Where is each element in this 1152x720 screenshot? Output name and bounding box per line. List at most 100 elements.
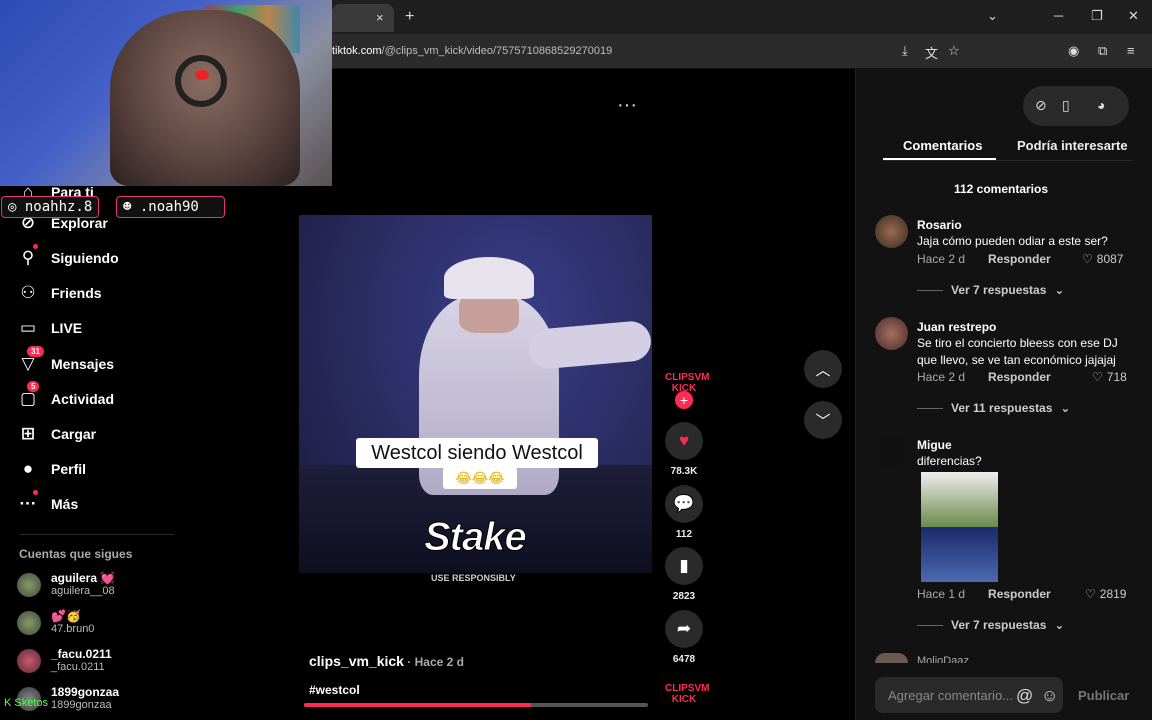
following-account[interactable]: aguilera 💓 aguilera__08 xyxy=(17,572,115,598)
share-button[interactable]: ➦ xyxy=(665,610,703,648)
live-tv-icon: ▭ xyxy=(19,318,37,337)
sidebar-item-mensajes[interactable]: ▽ 31 Mensajes xyxy=(19,346,114,376)
reply-button[interactable]: Responder xyxy=(988,370,1051,384)
sidebar-item-friends[interactable]: ⚇ Friends xyxy=(19,281,102,305)
sidebar-item-actividad[interactable]: ▢ 5 Actividad xyxy=(19,381,114,411)
tab-close-icon[interactable]: × xyxy=(376,10,384,25)
tab-comments[interactable]: Comentarios xyxy=(903,138,982,153)
video-caption: Westcol siendo Westcol xyxy=(356,438,598,468)
activity-badge: 5 xyxy=(27,381,40,392)
follow-plus-icon[interactable]: + xyxy=(675,391,693,409)
reply-button[interactable]: Responder xyxy=(988,252,1051,266)
sidebar-item-label: Friends xyxy=(51,285,102,301)
new-tab-button[interactable]: + xyxy=(405,8,414,26)
view-replies-button[interactable]: Ver 7 respuestas ⌄ xyxy=(917,283,1064,297)
comment-text: diferencias? xyxy=(917,454,982,468)
sidebar-item-perfil[interactable]: ● Perfil xyxy=(19,457,86,481)
dj-face xyxy=(459,293,519,333)
comment-like[interactable]: ♡ 8087 xyxy=(1082,252,1132,266)
kick-handle: .noah90 xyxy=(139,199,199,215)
minimize-icon[interactable]: ─ xyxy=(1054,8,1063,23)
bookmark-star-icon[interactable]: ☆ xyxy=(948,43,960,59)
comment-bubble-icon: 💬 xyxy=(673,494,695,513)
browser-menu-icon[interactable]: ≡ xyxy=(1127,43,1135,58)
avatar[interactable] xyxy=(875,653,908,663)
sidebar-item-mas[interactable]: ··· Más xyxy=(19,490,78,516)
avatar[interactable] xyxy=(875,317,908,350)
autoscroll-icon[interactable]: ⊘ xyxy=(1035,97,1047,114)
following-user-icon: ⚲ xyxy=(19,244,38,268)
chevron-down-icon: ⌄ xyxy=(1060,401,1071,415)
url-field[interactable]: tiktok.com/@clips_vm_kick/video/75757108… xyxy=(332,45,612,57)
following-account[interactable]: _facu.0211 _facu.0211 xyxy=(17,648,112,674)
close-window-icon[interactable]: ✕ xyxy=(1128,8,1139,24)
restore-icon[interactable]: ❐ xyxy=(1091,8,1103,24)
comment-text: Se tiro el concierto bleess con ese DJ q… xyxy=(917,336,1118,367)
view-replies-label: Ver 7 respuestas xyxy=(951,283,1047,297)
comment-username[interactable]: Migue xyxy=(917,438,952,452)
video-caption-emoji: 😂😂😂 xyxy=(443,467,517,489)
comment-username[interactable]: Juan restrepo xyxy=(917,320,996,334)
avatar[interactable] xyxy=(875,435,908,468)
comment-button[interactable]: 💬 xyxy=(665,485,703,523)
comment-like-count: 2819 xyxy=(1099,587,1127,601)
sidebar-item-label: Siguiendo xyxy=(51,250,119,266)
hashtag-link[interactable]: #westcol xyxy=(309,683,360,697)
sidebar-divider xyxy=(19,534,174,535)
chevron-down-icon: ⌄ xyxy=(1054,618,1065,632)
sidebar-item-cargar[interactable]: ⊞ Cargar xyxy=(19,422,96,446)
comment-image[interactable] xyxy=(921,527,998,582)
comment-like[interactable]: ♡ 2819 xyxy=(1085,587,1135,601)
view-replies-button[interactable]: Ver 7 respuestas ⌄ xyxy=(917,618,1064,632)
previous-video-button[interactable]: ︿ xyxy=(804,350,842,388)
comment-image[interactable] xyxy=(921,472,998,527)
kick-bottom-handle: Sketos xyxy=(14,697,49,709)
more-options-icon[interactable]: ··· xyxy=(617,94,637,117)
following-account[interactable]: 💕🥳 47.brun0 xyxy=(17,610,94,636)
comment-like[interactable]: ♡ 718 xyxy=(1092,370,1142,384)
sidebar-item-live[interactable]: ▭ LIVE xyxy=(19,316,82,340)
tabs-divider xyxy=(883,160,1133,161)
user-avatar-icon[interactable]: ◕ xyxy=(1097,97,1105,113)
mobile-icon[interactable]: ▯ xyxy=(1062,97,1070,114)
profile-icon[interactable]: ◉ xyxy=(1068,43,1079,59)
comment-like-count: 718 xyxy=(1106,370,1127,384)
video-progress-fill xyxy=(304,703,532,707)
instagram-handle-tag: ◎ noahhz.8 xyxy=(1,196,100,218)
comment-time: Hace 2 d xyxy=(917,252,966,266)
comment-username[interactable]: Rosario xyxy=(917,218,962,232)
view-replies-label: Ver 7 respuestas xyxy=(951,618,1047,632)
mention-at-icon[interactable]: @ xyxy=(1016,686,1033,706)
avatar[interactable] xyxy=(875,215,908,248)
emoji-icon[interactable]: ☺ xyxy=(1041,686,1058,706)
share-arrow-icon: ➦ xyxy=(676,619,692,638)
translate-icon[interactable]: 文 xyxy=(925,43,938,62)
next-video-button[interactable]: ﹀ xyxy=(804,401,842,439)
install-app-icon[interactable]: ⤓ xyxy=(902,43,908,59)
creator-name-link[interactable]: clips_vm_kick · Hace 2 d xyxy=(309,653,464,669)
friends-icon: ⚇ xyxy=(20,283,36,302)
sidebar-item-siguiendo[interactable]: ⚲ Siguiendo xyxy=(19,244,119,270)
like-count: 78.3K xyxy=(670,466,698,477)
like-button[interactable]: ♥ xyxy=(665,422,703,460)
save-button[interactable]: ▮ xyxy=(665,547,703,585)
extensions-icon[interactable]: ⧉ xyxy=(1098,43,1107,59)
music-disc[interactable]: CLIPSVM KICK xyxy=(665,683,709,705)
url-host: tiktok.com xyxy=(332,45,382,57)
save-count: 2823 xyxy=(672,591,696,602)
comment-time: Hace 1 d xyxy=(917,587,966,601)
headset xyxy=(175,55,227,107)
view-replies-button[interactable]: Ver 11 respuestas ⌄ xyxy=(917,401,1070,415)
tab-list-chevron-icon[interactable]: ⌄ xyxy=(987,8,998,24)
upload-plus-icon: ⊞ xyxy=(20,424,36,443)
heart-outline-icon: ♡ xyxy=(1092,370,1103,384)
comment-username[interactable]: MolioDaaz xyxy=(917,655,969,663)
avatar xyxy=(17,573,41,597)
instagram-handle: noahhz.8 xyxy=(24,199,93,215)
publish-button[interactable]: Publicar xyxy=(1078,688,1129,703)
reply-button[interactable]: Responder xyxy=(988,587,1051,601)
browser-tab[interactable] xyxy=(332,4,394,32)
account-handle: 1899gonzaa xyxy=(51,699,112,711)
dj-cap xyxy=(444,257,534,299)
tab-recommended[interactable]: Podría interesarte xyxy=(1017,138,1128,153)
